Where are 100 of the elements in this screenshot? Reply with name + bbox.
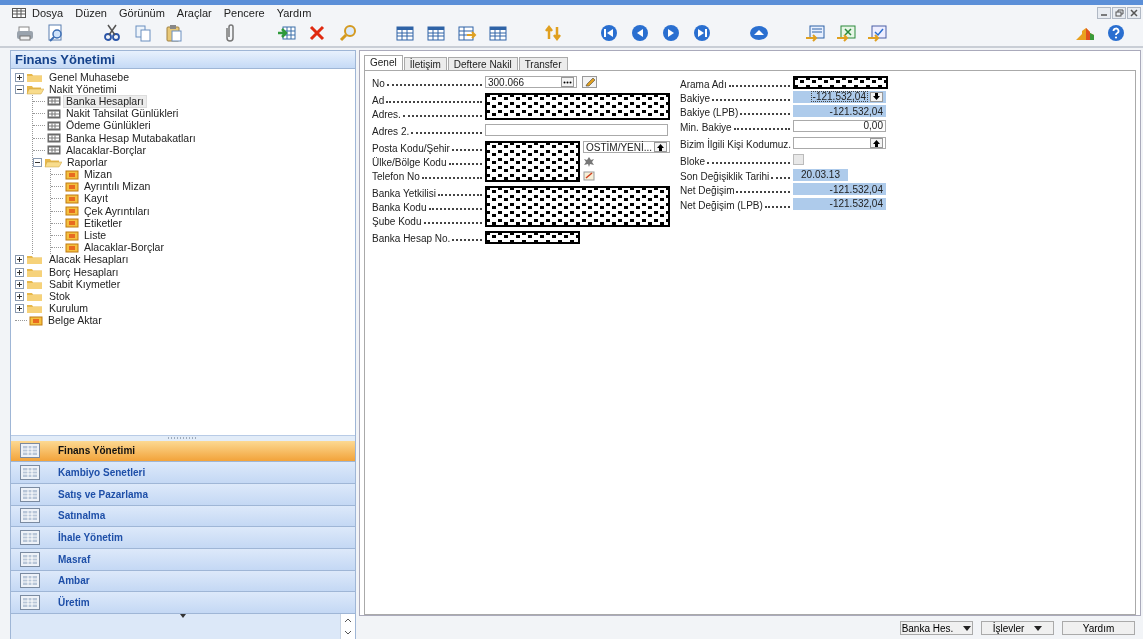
- tree-item[interactable]: Alacaklar-Borçlar: [81, 241, 167, 255]
- table-arrow-icon[interactable]: [277, 24, 297, 42]
- expand-icon[interactable]: [15, 72, 24, 82]
- dropdown-button[interactable]: [870, 138, 883, 148]
- previous-record-icon[interactable]: [631, 24, 651, 42]
- tree-item[interactable]: Ayrıntılı Mizan: [81, 180, 154, 194]
- menu-item[interactable]: Görünüm: [113, 6, 171, 19]
- cut-icon[interactable]: [103, 24, 123, 42]
- checkbox[interactable]: [793, 154, 804, 165]
- dropdown-field[interactable]: OSTİM/YENİ...: [583, 141, 670, 153]
- help-icon[interactable]: [1107, 24, 1125, 42]
- table-arrow-icon[interactable]: [457, 24, 477, 42]
- folder-icon: [26, 303, 44, 315]
- splitter-handle-icon[interactable]: [168, 437, 198, 439]
- folder-icon: [26, 266, 44, 278]
- module-button[interactable]: Masraf: [11, 548, 355, 571]
- tree-item[interactable]: Genel Muhasebe: [46, 70, 132, 84]
- tree-item[interactable]: Nakit Yönetimi: [46, 82, 120, 96]
- tab[interactable]: Transfer: [518, 57, 568, 70]
- gear-icon[interactable]: [583, 156, 595, 167]
- module-button[interactable]: Satış ve Pazarlama: [11, 483, 355, 506]
- help-button[interactable]: Yardım: [1062, 621, 1135, 635]
- first-record-icon[interactable]: [600, 24, 620, 42]
- value-field[interactable]: -121.532,04: [793, 197, 886, 210]
- tree-item[interactable]: Nakit Tahsilat Günlükleri: [63, 107, 182, 121]
- menu-item[interactable]: Yardım: [270, 6, 318, 19]
- field-label: Posta Kodu/Şehir: [372, 143, 450, 154]
- menu-button[interactable]: Banka Hes.: [900, 621, 973, 635]
- form-icon: [47, 145, 61, 156]
- tree-item[interactable]: Sabit Kıymetler: [46, 277, 124, 291]
- drilldown-button[interactable]: [870, 91, 883, 102]
- down-arrow-icon: [873, 93, 880, 100]
- expand-icon[interactable]: [15, 279, 24, 289]
- up-icon[interactable]: [749, 24, 769, 42]
- dropdown-button[interactable]: [654, 142, 667, 152]
- module-button[interactable]: Ambar: [11, 570, 355, 593]
- form-icon: [47, 96, 61, 107]
- expand-icon[interactable]: [15, 291, 24, 301]
- menu-item[interactable]: Düzen: [69, 6, 113, 19]
- tree-item[interactable]: Alacak Hesapları: [46, 253, 132, 267]
- up-arrow-icon: [873, 139, 880, 147]
- phone-book-icon[interactable]: [583, 170, 595, 181]
- tree-item[interactable]: Banka Hesap Mutabakatları: [63, 131, 199, 145]
- value-field[interactable]: -121.532,04: [793, 183, 886, 195]
- next-record-icon[interactable]: [662, 24, 682, 42]
- table-icon[interactable]: [426, 24, 446, 42]
- tree-item[interactable]: Kurulum: [46, 302, 92, 316]
- module-button[interactable]: Finans Yönetimi: [11, 440, 355, 463]
- tab[interactable]: Deftere Nakil: [447, 57, 518, 70]
- module-button[interactable]: Üretim: [11, 592, 355, 614]
- tree-item[interactable]: Mizan: [81, 168, 115, 182]
- menu-item[interactable]: Dosya: [26, 6, 70, 19]
- tree-item[interactable]: Etiketler: [81, 216, 125, 230]
- tree-item[interactable]: Borç Hesapları: [46, 265, 122, 279]
- menu-item[interactable]: Pencere: [217, 6, 271, 19]
- tree-item[interactable]: Banka Hesapları: [63, 94, 147, 108]
- last-record-icon[interactable]: [693, 24, 713, 42]
- module-button[interactable]: Kambiyo Senetleri: [11, 462, 355, 484]
- scroll-down-icon[interactable]: [344, 630, 352, 636]
- menu-item[interactable]: Araçlar: [170, 6, 218, 19]
- minimize-icon[interactable]: [1097, 6, 1111, 19]
- tab[interactable]: İletişim: [403, 57, 447, 70]
- input-field[interactable]: 300.066: [485, 76, 577, 88]
- expand-icon[interactable]: [15, 304, 24, 314]
- module-button[interactable]: İhale Yönetim: [11, 527, 355, 549]
- tree-item[interactable]: Raporlar: [64, 155, 111, 169]
- edit-button[interactable]: [582, 76, 597, 88]
- restore-icon[interactable]: [1112, 6, 1126, 19]
- table-icon[interactable]: [395, 24, 415, 42]
- value-field[interactable]: 0,00: [793, 119, 886, 132]
- menu-button[interactable]: İşlevler: [981, 621, 1054, 635]
- value-field[interactable]: 20.03.13: [793, 168, 848, 181]
- export-icon[interactable]: [836, 24, 856, 42]
- tab[interactable]: Genel: [364, 55, 403, 70]
- tree-item[interactable]: Ödeme Günlükleri: [63, 119, 154, 133]
- module-button[interactable]: Satınalma: [11, 505, 355, 528]
- expand-icon[interactable]: [15, 267, 24, 277]
- export-icon[interactable]: [867, 24, 887, 42]
- tree-item[interactable]: Alacaklar-Borçlar: [63, 143, 149, 157]
- printer-icon[interactable]: [16, 24, 36, 42]
- scroll-up-icon[interactable]: [344, 617, 352, 623]
- collapse-icon[interactable]: [15, 84, 24, 94]
- expand-icon[interactable]: [15, 255, 24, 265]
- field-label: Banka Kodu: [372, 202, 427, 213]
- up-arrow-icon: [657, 143, 665, 151]
- assist-button[interactable]: [561, 77, 574, 87]
- tree-item[interactable]: Stok: [46, 289, 73, 303]
- collapse-icon[interactable]: [33, 157, 42, 167]
- app-menu-icon[interactable]: [12, 7, 26, 18]
- value-field[interactable]: -121.532,04: [793, 90, 886, 103]
- close-icon[interactable]: [1127, 6, 1141, 19]
- value-field[interactable]: [793, 137, 886, 149]
- tree-item[interactable]: Kayıt: [81, 192, 111, 206]
- tree-item[interactable]: Liste: [81, 229, 110, 243]
- value-field[interactable]: -121.532,04: [793, 105, 886, 117]
- tree-item[interactable]: Çek Ayrıntıları: [81, 204, 153, 218]
- input-field[interactable]: [485, 124, 668, 136]
- tree-item[interactable]: Belge Aktar: [45, 314, 105, 328]
- table-icon[interactable]: [488, 24, 508, 42]
- paste-icon[interactable]: [165, 24, 185, 42]
